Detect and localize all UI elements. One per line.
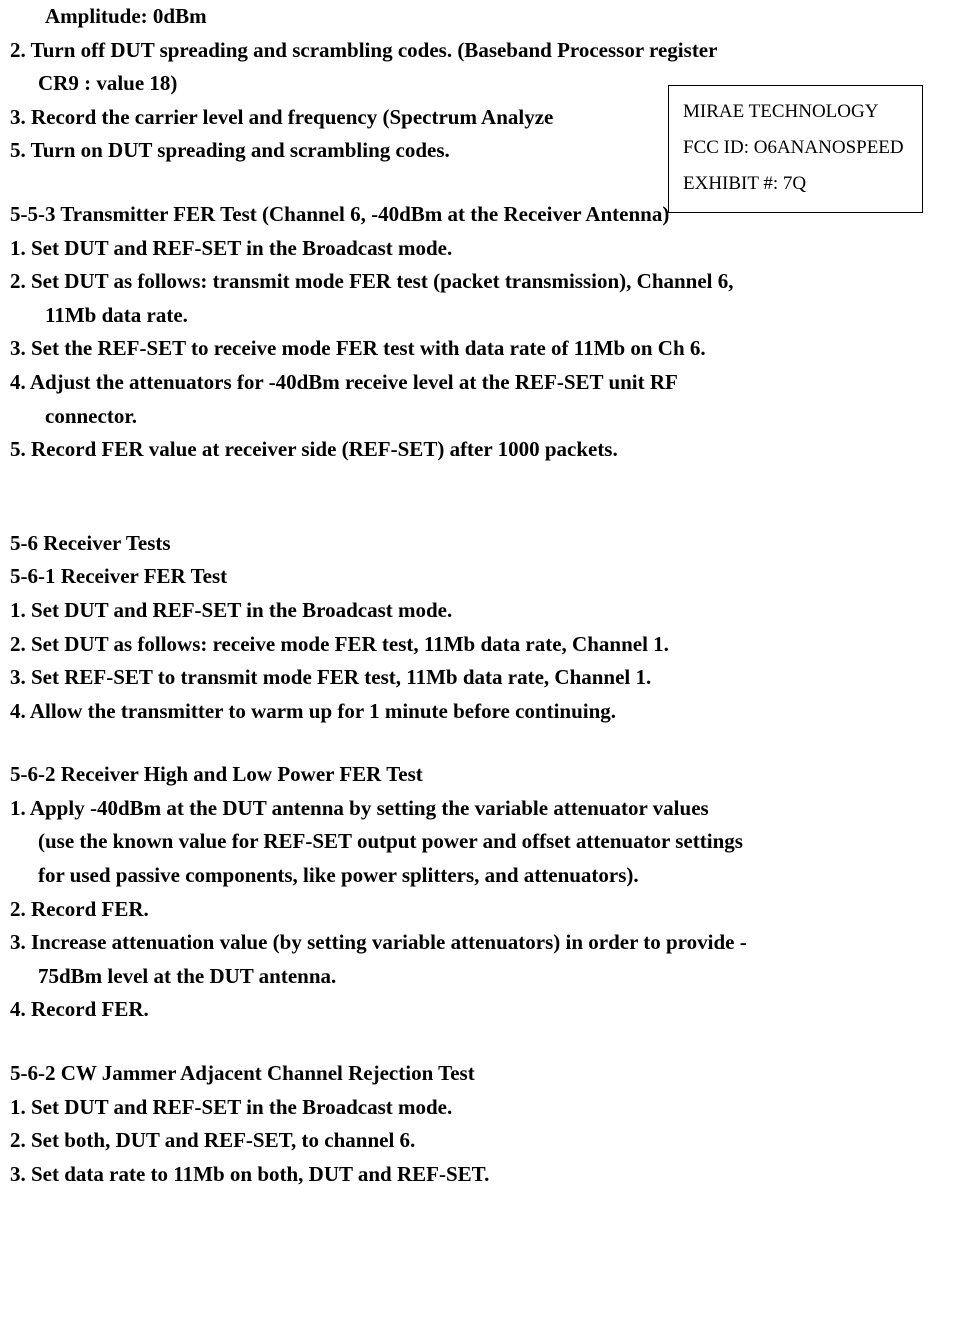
info-box: MIRAE TECHNOLOGY FCC ID: O6ANANOSPEED EX…	[668, 85, 923, 213]
info-line-3: EXHIBIT #: 7Q	[683, 166, 908, 202]
s562a-item-1a: 1. Apply -40dBm at the DUT antenna by se…	[10, 792, 948, 826]
s553-item-2b: 11Mb data rate.	[10, 299, 948, 333]
s561-item-3: 3. Set REF-SET to transmit mode FER test…	[10, 661, 948, 695]
heading-5-6-2b: 5-6-2 CW Jammer Adjacent Channel Rejecti…	[10, 1057, 948, 1091]
s562b-item-1: 1. Set DUT and REF-SET in the Broadcast …	[10, 1091, 948, 1125]
s562a-item-1c: for used passive components, like power …	[10, 859, 948, 893]
s553-item-5: 5. Record FER value at receiver side (RE…	[10, 433, 948, 467]
heading-5-6-1: 5-6-1 Receiver FER Test	[10, 560, 948, 594]
s561-item-4: 4. Allow the transmitter to warm up for …	[10, 695, 948, 729]
s553-item-4a: 4. Adjust the attenuators for -40dBm rec…	[10, 366, 948, 400]
top-item-2a: 2. Turn off DUT spreading and scrambling…	[10, 34, 948, 68]
s562b-item-2: 2. Set both, DUT and REF-SET, to channel…	[10, 1124, 948, 1158]
heading-5-6-2a: 5-6-2 Receiver High and Low Power FER Te…	[10, 758, 948, 792]
info-line-2: FCC ID: O6ANANOSPEED	[683, 130, 908, 166]
s553-item-4b: connector.	[10, 400, 948, 434]
s561-item-1: 1. Set DUT and REF-SET in the Broadcast …	[10, 594, 948, 628]
info-line-1: MIRAE TECHNOLOGY	[683, 94, 908, 130]
s561-item-2: 2. Set DUT as follows: receive mode FER …	[10, 628, 948, 662]
s562b-item-3: 3. Set data rate to 11Mb on both, DUT an…	[10, 1158, 948, 1192]
amplitude-line: Amplitude: 0dBm	[10, 0, 948, 34]
s562a-item-1b: (use the known value for REF-SET output …	[10, 825, 948, 859]
s562a-item-3b: 75dBm level at the DUT antenna.	[10, 960, 948, 994]
s562a-item-4: 4. Record FER.	[10, 993, 948, 1027]
s553-item-1: 1. Set DUT and REF-SET in the Broadcast …	[10, 232, 948, 266]
s562a-item-2: 2. Record FER.	[10, 893, 948, 927]
s562a-item-3a: 3. Increase attenuation value (by settin…	[10, 926, 948, 960]
s553-item-2a: 2. Set DUT as follows: transmit mode FER…	[10, 265, 948, 299]
s553-item-3: 3. Set the REF-SET to receive mode FER t…	[10, 332, 948, 366]
heading-5-6: 5-6 Receiver Tests	[10, 527, 948, 561]
